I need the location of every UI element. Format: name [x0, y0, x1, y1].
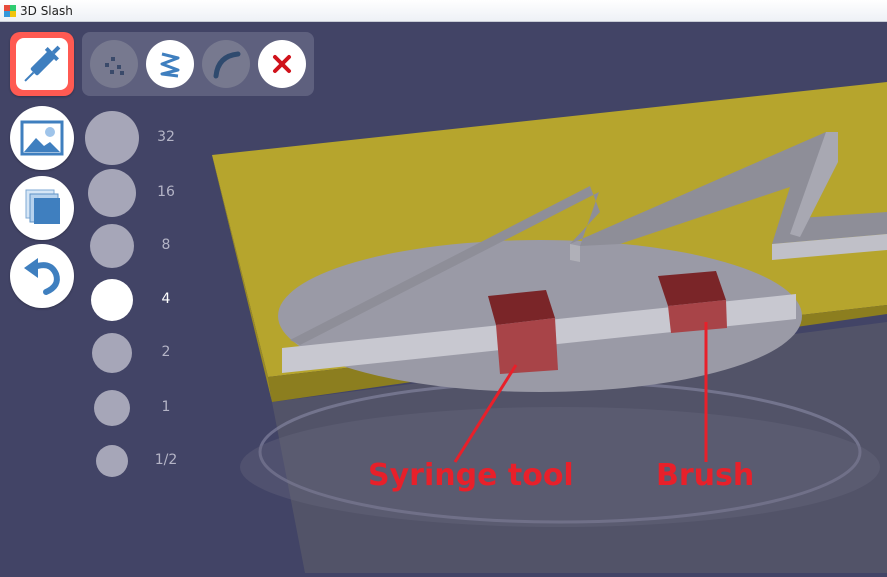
image-icon [20, 120, 64, 156]
brush-size-label: 16 [157, 184, 175, 200]
brush-size-6-dot[interactable] [96, 445, 128, 477]
undo-icon [24, 258, 60, 295]
brush-size-label: 2 [161, 344, 171, 360]
dots-option-button[interactable] [90, 40, 138, 88]
close-icon [273, 55, 291, 73]
brush-size-1-dot[interactable] [88, 169, 136, 217]
undo-tool-button[interactable] [10, 244, 74, 308]
brush-size-label: 8 [161, 237, 171, 253]
brush-size-3-dot[interactable] [91, 279, 133, 321]
subtool-panel [82, 32, 314, 96]
close-option-button[interactable] [258, 40, 306, 88]
brush-size-0-dot[interactable] [85, 111, 139, 165]
app-icon [4, 5, 16, 17]
zigzag-icon [160, 52, 180, 78]
curve-icon [213, 51, 241, 79]
viewport-3d[interactable]: Syringe tool Brush [0, 22, 887, 573]
brush-label: Brush [656, 458, 755, 493]
brush-size-2-dot[interactable] [90, 224, 134, 268]
image-tool-button[interactable] [10, 106, 74, 170]
syringe-tool-label: Syringe tool [368, 458, 574, 493]
syringe-icon [16, 38, 68, 90]
cube-icon [25, 189, 60, 224]
brush-size-label: 4 [161, 291, 171, 307]
brush-size-label: 1/2 [154, 452, 178, 468]
cube-tool-button[interactable] [10, 176, 74, 240]
curve-option-button[interactable] [202, 40, 250, 88]
brush-size-label: 1 [161, 399, 171, 415]
title-bar: 3D Slash [0, 0, 887, 22]
syringe-tool-button[interactable] [10, 32, 74, 96]
zigzag-option-button[interactable] [146, 40, 194, 88]
window-title: 3D Slash [20, 4, 73, 18]
brush-size-4-dot[interactable] [92, 333, 132, 373]
brush-size-label: 32 [157, 129, 175, 145]
brush-size-5-dot[interactable] [94, 390, 130, 426]
dots-icon [105, 57, 124, 75]
